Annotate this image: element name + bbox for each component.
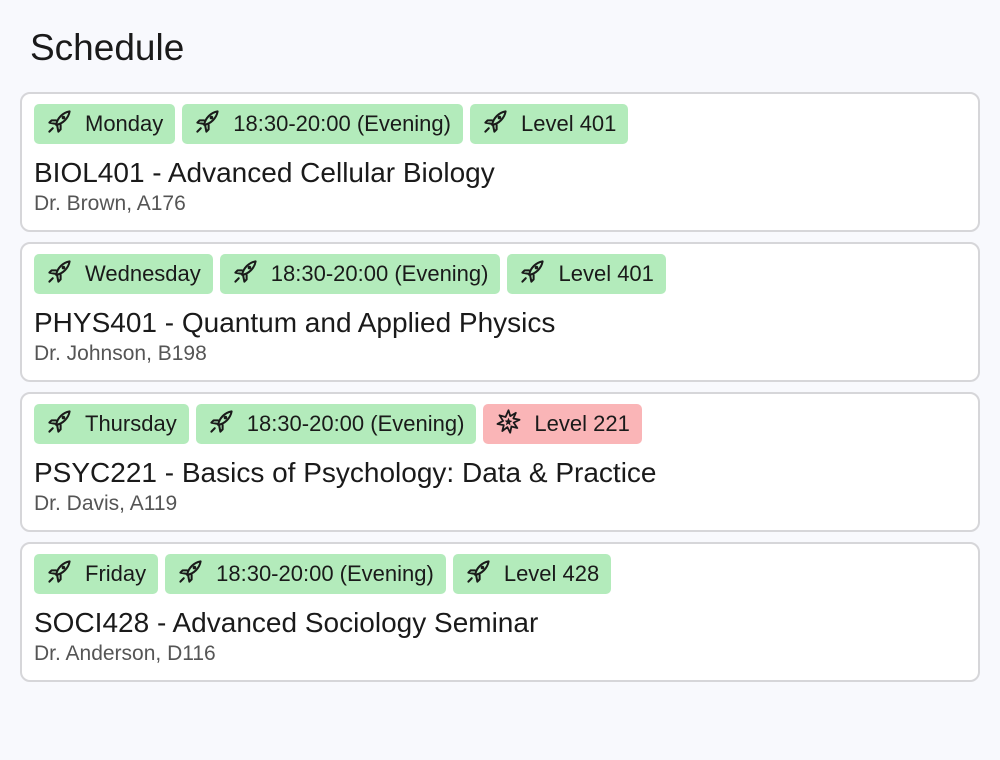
course-instructor-room: Dr. Davis, A119 <box>34 492 178 515</box>
level-label: Level 401 <box>520 111 617 136</box>
level-tag[interactable]: Level 428 <box>452 554 612 594</box>
rocket-icon <box>46 408 73 435</box>
course-instructor-room: Dr. Johnson, B198 <box>34 342 207 365</box>
time-label: 18:30-20:00 (Evening) <box>246 411 465 436</box>
course-instructor-room: Dr. Anderson, D116 <box>34 642 216 665</box>
level-label: Level 401 <box>558 261 654 286</box>
burst-icon <box>495 408 522 435</box>
schedule-page: Schedule Monday 18:30-20:00 (Evening) Le… <box>0 0 1000 760</box>
course-tags: Thursday 18:30-20:00 (Evening) Level 221 <box>34 404 966 444</box>
day-label: Monday <box>85 111 164 136</box>
time-tag[interactable]: 18:30-20:00 (Evening) <box>219 254 501 294</box>
level-label: Level 221 <box>534 411 630 436</box>
course-card[interactable]: Monday 18:30-20:00 (Evening) Level 401 B… <box>20 92 980 232</box>
time-tag[interactable]: 18:30-20:00 (Evening) <box>195 404 477 444</box>
time-label: 18:30-20:00 (Evening) <box>233 111 451 136</box>
rocket-icon <box>46 558 73 585</box>
rocket-icon <box>46 108 73 135</box>
rocket-icon <box>482 108 509 135</box>
course-card[interactable]: Thursday 18:30-20:00 (Evening) Level 221… <box>20 392 980 532</box>
rocket-icon <box>177 558 204 585</box>
level-tag[interactable]: Level 401 <box>507 254 666 294</box>
time-tag[interactable]: 18:30-20:00 (Evening) <box>182 104 463 144</box>
time-tag[interactable]: 18:30-20:00 (Evening) <box>165 554 446 594</box>
course-title: SOCI428 - Advanced Sociology Seminar <box>34 607 539 638</box>
day-label: Thursday <box>85 411 177 436</box>
day-tag[interactable]: Thursday <box>34 404 189 444</box>
course-list: Monday 18:30-20:00 (Evening) Level 401 B… <box>20 92 980 682</box>
course-card[interactable]: Friday 18:30-20:00 (Evening) Level 428 S… <box>20 542 980 682</box>
time-label: 18:30-20:00 (Evening) <box>270 261 489 286</box>
rocket-icon <box>194 108 221 135</box>
day-label: Wednesday <box>85 261 201 286</box>
rocket-icon <box>208 408 235 435</box>
course-title: PHYS401 - Quantum and Applied Physics <box>34 307 556 338</box>
course-tags: Monday 18:30-20:00 (Evening) Level 401 <box>34 104 966 144</box>
time-label: 18:30-20:00 (Evening) <box>216 561 434 586</box>
course-tags: Wednesday 18:30-20:00 (Evening) Level 40… <box>34 254 966 294</box>
rocket-icon <box>46 258 73 285</box>
course-tags: Friday 18:30-20:00 (Evening) Level 428 <box>34 554 966 594</box>
rocket-icon <box>465 558 492 585</box>
level-label: Level 428 <box>503 561 600 586</box>
day-tag[interactable]: Friday <box>34 554 159 594</box>
course-instructor-room: Dr. Brown, A176 <box>34 192 186 215</box>
level-tag[interactable]: Level 221 <box>483 404 642 444</box>
day-tag[interactable]: Wednesday <box>34 254 213 294</box>
course-title: BIOL401 - Advanced Cellular Biology <box>34 157 495 188</box>
rocket-icon <box>232 258 259 285</box>
day-tag[interactable]: Monday <box>34 104 176 144</box>
page-title: Schedule <box>30 27 185 68</box>
day-label: Friday <box>85 561 147 586</box>
level-tag[interactable]: Level 401 <box>469 104 629 144</box>
rocket-icon <box>519 258 546 285</box>
course-card[interactable]: Wednesday 18:30-20:00 (Evening) Level 40… <box>20 242 980 382</box>
course-title: PSYC221 - Basics of Psychology: Data & P… <box>34 457 657 488</box>
